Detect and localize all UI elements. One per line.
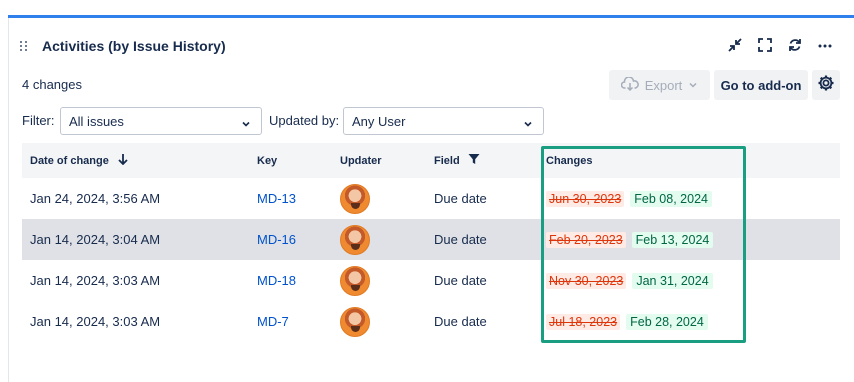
column-updater-header[interactable]: Updater xyxy=(340,155,382,167)
export-label: Export xyxy=(644,77,683,93)
table-row[interactable]: Jan 14, 2024, 3:03 AM MD-18 Due date Nov… xyxy=(22,260,840,301)
old-value: Jun 30, 2023 xyxy=(546,190,625,207)
avatar[interactable] xyxy=(340,183,370,214)
row-date: Jan 14, 2024, 3:03 AM xyxy=(30,314,161,329)
row-field: Due date xyxy=(434,232,487,247)
more-icon[interactable] xyxy=(816,36,834,54)
row-key-link[interactable]: MD-16 xyxy=(257,232,296,247)
filter-label: Filter: xyxy=(22,113,55,128)
refresh-icon[interactable] xyxy=(786,36,804,54)
avatar[interactable] xyxy=(340,306,370,337)
column-date-label: Date of change xyxy=(30,154,109,167)
column-changes-header[interactable]: Changes xyxy=(546,155,592,167)
row-field: Due date xyxy=(434,273,487,288)
settings-button[interactable] xyxy=(812,70,840,100)
row-key-link[interactable]: MD-13 xyxy=(257,191,296,206)
new-value: Feb 13, 2024 xyxy=(631,231,714,248)
new-value: Jan 31, 2024 xyxy=(632,272,713,289)
updated-by-select-value: Any User xyxy=(352,113,406,129)
table-row[interactable]: Jan 24, 2024, 3:56 AM MD-13 Due date Jun… xyxy=(22,178,840,219)
row-field: Due date xyxy=(434,314,487,329)
row-changes: Jun 30, 2023 Feb 08, 2024 xyxy=(546,190,712,207)
export-button[interactable]: Export xyxy=(609,70,710,100)
new-value: Feb 08, 2024 xyxy=(630,190,712,207)
chevron-down-icon xyxy=(523,117,533,132)
filter-icon[interactable] xyxy=(468,153,480,168)
table-header: Date of change Key Updater Field Changes xyxy=(22,143,840,178)
column-field-header[interactable]: Field xyxy=(434,153,480,168)
fullscreen-icon[interactable] xyxy=(756,36,774,54)
column-date-header[interactable]: Date of change xyxy=(30,153,129,168)
column-field-label: Field xyxy=(434,154,460,167)
sort-down-arrow-icon xyxy=(117,153,129,168)
old-value: Jul 18, 2023 xyxy=(546,313,621,330)
changes-count: 4 changes xyxy=(22,77,82,92)
header-actions xyxy=(726,36,834,54)
row-changes: Jul 18, 2023 Feb 28, 2024 xyxy=(546,313,708,330)
updated-by-select[interactable]: Any User xyxy=(343,107,544,135)
chevron-down-icon xyxy=(688,78,698,93)
row-date: Jan 14, 2024, 3:03 AM xyxy=(30,273,161,288)
panel-title: Activities (by Issue History) xyxy=(42,38,226,54)
table-row[interactable]: Jan 14, 2024, 3:03 AM MD-7 Due date Jul … xyxy=(22,301,840,342)
chevron-down-icon xyxy=(241,117,251,132)
table-row[interactable]: Jan 14, 2024, 3:04 AM MD-16 Due date Feb… xyxy=(22,219,840,260)
filter-select-value: All issues xyxy=(69,113,124,129)
filter-select[interactable]: All issues xyxy=(60,107,262,135)
cloud-download-icon xyxy=(620,75,639,94)
column-key-header[interactable]: Key xyxy=(257,155,277,167)
row-date: Jan 14, 2024, 3:04 AM xyxy=(30,232,161,247)
drag-handle-icon[interactable] xyxy=(20,40,30,52)
updated-by-label: Updated by: xyxy=(269,113,340,128)
row-date: Jan 24, 2024, 3:56 AM xyxy=(30,191,161,206)
collapse-icon[interactable] xyxy=(726,36,744,54)
old-value: Feb 20, 2023 xyxy=(546,231,626,248)
panel-header: Activities (by Issue History) xyxy=(20,36,226,56)
gear-icon xyxy=(817,74,835,97)
activities-table: Date of change Key Updater Field Changes… xyxy=(22,143,840,342)
avatar[interactable] xyxy=(340,265,370,296)
old-value: Nov 30, 2023 xyxy=(546,272,627,289)
avatar[interactable] xyxy=(340,224,370,255)
row-key-link[interactable]: MD-7 xyxy=(257,314,289,329)
go-to-addon-button[interactable]: Go to add-on xyxy=(714,70,808,100)
row-field: Due date xyxy=(434,191,487,206)
row-changes: Nov 30, 2023 Jan 31, 2024 xyxy=(546,272,713,289)
row-key-link[interactable]: MD-18 xyxy=(257,273,296,288)
new-value: Feb 28, 2024 xyxy=(626,313,708,330)
row-changes: Feb 20, 2023 Feb 13, 2024 xyxy=(546,231,714,248)
